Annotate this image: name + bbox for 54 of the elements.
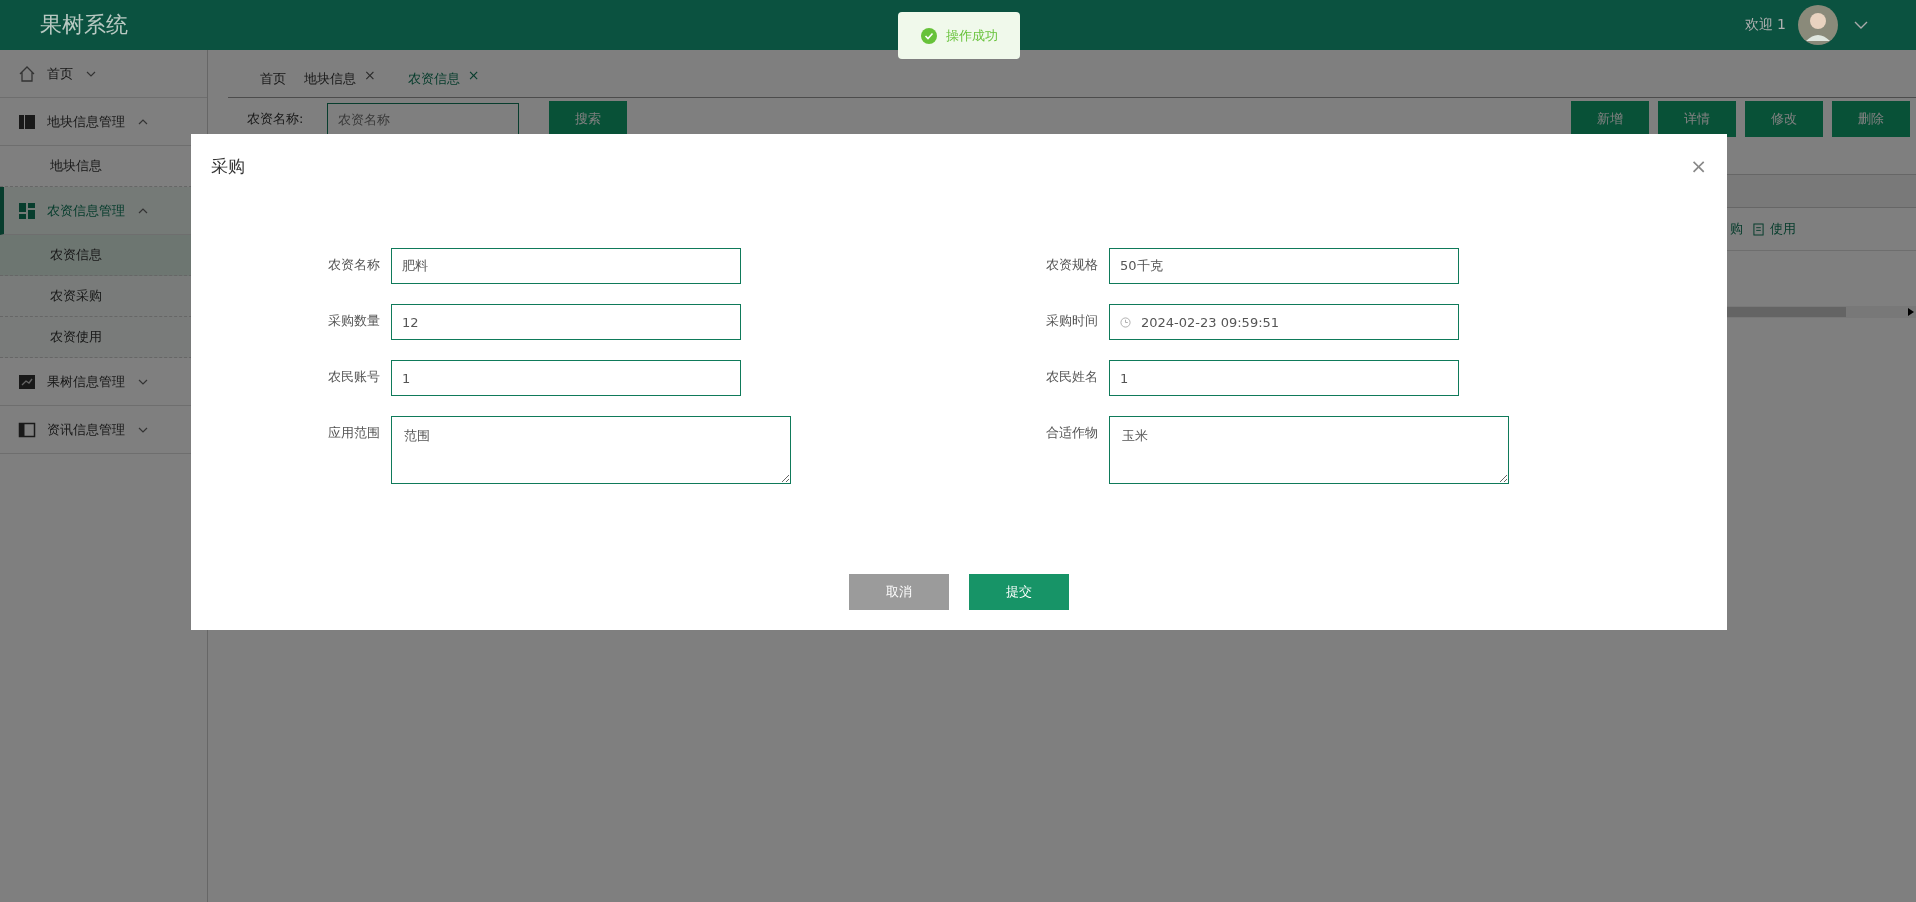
search-label: 农资名称: — [247, 110, 305, 128]
arrow-right-icon[interactable] — [1908, 308, 1914, 316]
search-button[interactable]: 搜索 — [549, 101, 627, 137]
input-field[interactable]: 50千克 — [1109, 248, 1459, 284]
field-label: 采购数量 — [327, 312, 380, 330]
app-title: 果树系统 — [40, 11, 128, 39]
clock-icon — [1120, 316, 1131, 328]
tab[interactable]: 农资信息 — [407, 70, 460, 88]
layout-icon — [18, 420, 36, 439]
menu-group[interactable]: 首页 — [0, 50, 207, 98]
tab-close-button[interactable]: × — [467, 67, 480, 83]
row-action-link[interactable]: 使用 — [1770, 220, 1796, 238]
datetime-field[interactable]: 2024-02-23 09:59:51 — [1109, 304, 1459, 340]
chevron-down-icon — [138, 426, 148, 433]
check-circle-icon — [920, 27, 937, 44]
input-field[interactable]: 1 — [1109, 360, 1459, 396]
row-action-link[interactable]: 购 — [1730, 220, 1743, 238]
document-icon — [1753, 222, 1764, 236]
chevron-down-icon — [86, 70, 96, 77]
tab[interactable]: 首页 — [260, 70, 286, 88]
text-area[interactable]: 范围 — [391, 416, 791, 484]
chevron-up-icon — [138, 207, 148, 214]
chevron-up-icon — [138, 118, 148, 125]
toolbar-button[interactable]: 新增 — [1571, 101, 1649, 137]
field-label: 农资名称 — [327, 256, 380, 274]
tab[interactable]: 地块信息 — [304, 70, 356, 88]
avatar-icon[interactable] — [1798, 5, 1838, 45]
caret-icon[interactable] — [1854, 21, 1868, 29]
field-label: 农资规格 — [1045, 256, 1098, 274]
cancel-button[interactable]: 取消 — [849, 574, 949, 610]
toolbar-button[interactable]: 修改 — [1745, 101, 1823, 137]
welcome-text: 欢迎 1 — [1744, 16, 1786, 34]
dialog-title: 采购 — [211, 154, 245, 178]
home-icon — [18, 64, 36, 83]
input-field[interactable]: 12 — [391, 304, 741, 340]
toolbar-button[interactable]: 详情 — [1658, 101, 1736, 137]
close-button[interactable]: × — [1690, 154, 1707, 178]
tab-close-button[interactable]: × — [364, 67, 376, 83]
field-label: 农民账号 — [327, 368, 380, 386]
chevron-down-icon — [138, 378, 148, 385]
toolbar-button[interactable]: 删除 — [1832, 101, 1910, 137]
search-field[interactable]: 农资名称 — [327, 103, 519, 135]
input-field[interactable]: 1 — [391, 360, 741, 396]
field-label: 应用范围 — [327, 424, 380, 442]
submit-button[interactable]: 提交 — [969, 574, 1069, 610]
columns-icon — [18, 112, 36, 131]
toast-message: 操作成功 — [945, 26, 998, 45]
field-label: 农民姓名 — [1045, 368, 1098, 386]
input-field[interactable]: 肥料 — [391, 248, 741, 284]
dashboard-icon — [18, 201, 36, 220]
field-label: 采购时间 — [1045, 312, 1098, 330]
image-icon — [18, 372, 36, 391]
field-label: 合适作物 — [1045, 424, 1098, 442]
text-area[interactable]: 玉米 — [1109, 416, 1509, 484]
